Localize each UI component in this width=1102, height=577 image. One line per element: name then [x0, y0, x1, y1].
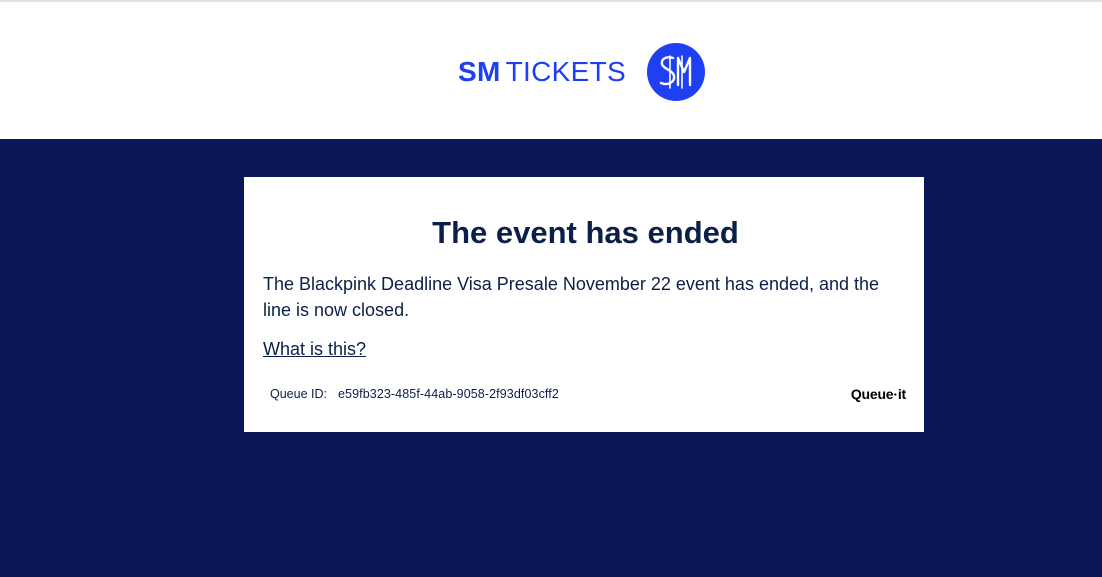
header: SM TICKETS	[0, 0, 1102, 139]
queue-id-label: Queue ID:	[270, 387, 327, 401]
queue-id-value: e59fb323-485f-44ab-9058-2f93df03cff2	[337, 387, 559, 401]
status-message: The Blackpink Deadline Visa Presale Nove…	[263, 274, 880, 320]
queue-it-logo[interactable]: Queue·it	[851, 386, 906, 402]
logo-tickets-text: TICKETS	[505, 56, 626, 87]
page: SM TICKETS The event has ended The Black…	[0, 0, 1102, 577]
queue-id-row: Queue ID: e59fb323-485f-44ab-9058-2f93df…	[270, 384, 906, 404]
page-title: The event has ended	[432, 215, 739, 250]
sm-tickets-logo[interactable]: SM TICKETS	[458, 42, 706, 102]
sm-badge-icon	[646, 43, 705, 101]
logo-wordmark: SM TICKETS	[458, 58, 626, 86]
queue-status-card: The event has ended The Blackpink Deadli…	[244, 177, 924, 432]
logo-sm-text: SM	[458, 56, 501, 87]
what-is-this-link[interactable]: What is this?	[263, 337, 366, 361]
